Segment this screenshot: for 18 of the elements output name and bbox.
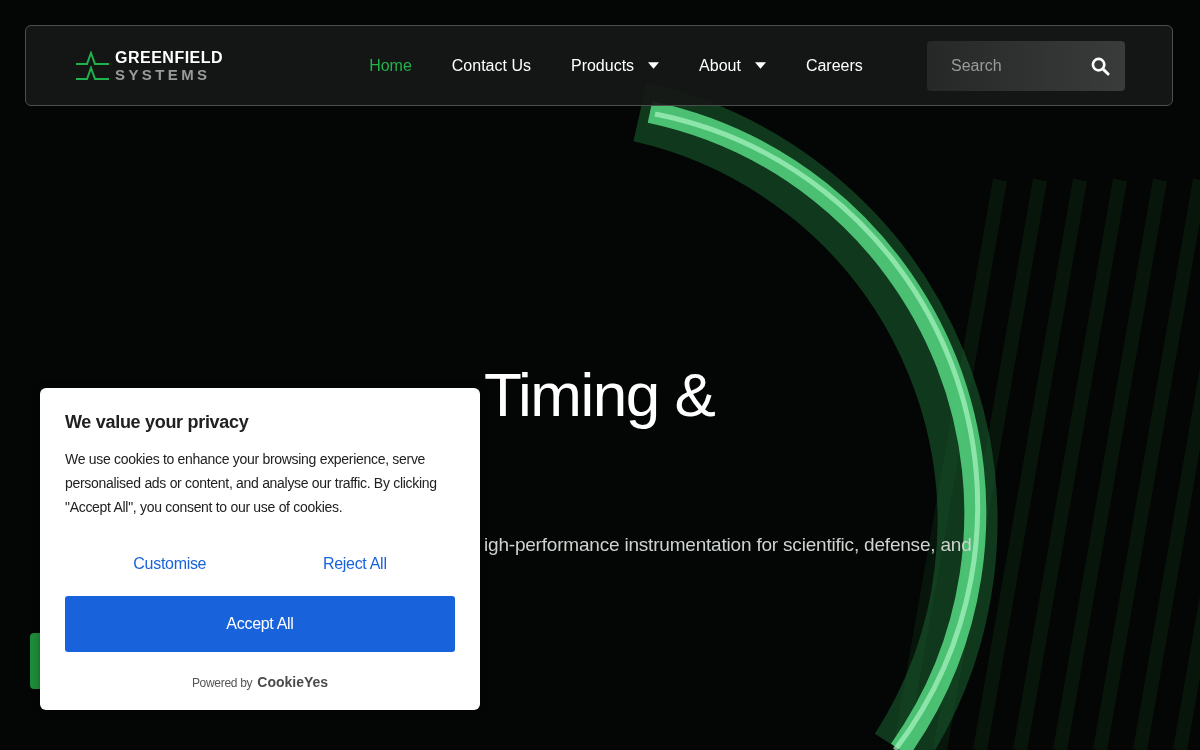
search-icon[interactable]	[1091, 56, 1110, 76]
logo-wordmark: GREENFIELD	[115, 49, 224, 66]
nav-link[interactable]: Contact Us	[451, 56, 531, 75]
dialog-title: We value your privacy	[65, 412, 250, 433]
powered-by-label: Powered by	[191, 676, 253, 690]
text-button[interactable]: Reject All	[314, 551, 395, 577]
hero-title: Timing &	[484, 359, 716, 431]
dialog-body-text: We use cookies to enhance your browsing experience, serve personalised ads or content, and analyse our traffic. By clicking "Accept All", you consent to our use of cookies.	[65, 450, 438, 517]
brand-logo-text: CookieYes	[257, 674, 329, 690]
search-field[interactable]: Search	[927, 40, 1125, 91]
nav-link[interactable]: About	[699, 56, 766, 75]
pulse-logo-icon	[75, 50, 111, 81]
nav-link[interactable]: Careers	[805, 56, 863, 75]
nav-link[interactable]: Products	[570, 56, 660, 75]
nav-link[interactable]: Home	[369, 56, 412, 75]
accept-all-button[interactable]: Accept All	[65, 596, 455, 652]
logo-subtitle: SYSTEMS	[115, 66, 212, 82]
text-button[interactable]: Customise	[125, 551, 215, 577]
